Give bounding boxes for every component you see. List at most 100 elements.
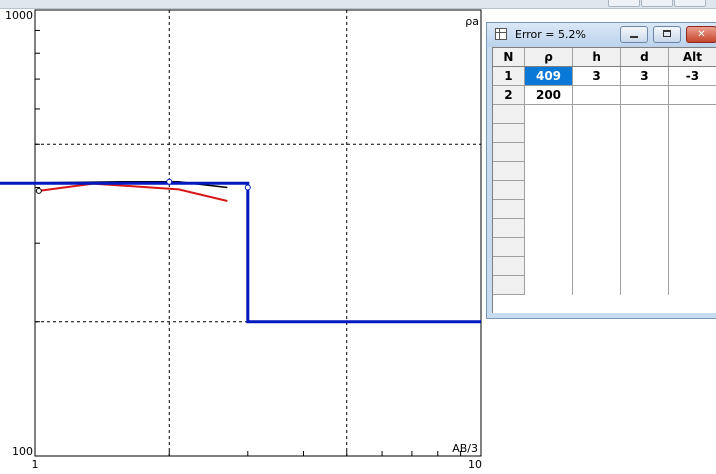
empty-cell[interactable]	[668, 199, 716, 219]
table-row	[493, 237, 716, 257]
data-point-marker	[244, 184, 251, 191]
empty-cell[interactable]	[572, 237, 621, 257]
empty-cell[interactable]	[524, 123, 574, 143]
empty-cell[interactable]	[572, 256, 621, 276]
error-window-title: Error = 5.2%	[515, 28, 586, 41]
table-row	[493, 104, 716, 124]
h-cell[interactable]: 3	[572, 66, 621, 86]
empty-cell[interactable]	[524, 237, 574, 257]
table-row	[493, 275, 716, 295]
column-header-rho[interactable]: ρ	[524, 48, 574, 67]
empty-cell[interactable]	[620, 104, 669, 124]
empty-cell[interactable]	[668, 161, 716, 181]
row-number-cell[interactable]	[493, 161, 525, 181]
layer-parameters-grid[interactable]: N ρ h d Alt 1 409 3 3 -3 2 200	[492, 47, 716, 313]
empty-cell[interactable]	[620, 218, 669, 238]
top-toolbar-strip	[0, 0, 716, 9]
row-number-cell[interactable]	[493, 199, 525, 219]
alt-cell[interactable]	[668, 85, 716, 105]
empty-cell[interactable]	[620, 275, 669, 295]
table-row: 1 409 3 3 -3	[493, 66, 716, 86]
row-number-cell[interactable]: 1	[493, 66, 525, 86]
row-number-cell[interactable]	[493, 275, 525, 295]
empty-cell[interactable]	[620, 123, 669, 143]
row-number-cell[interactable]	[493, 180, 525, 200]
h-cell[interactable]	[572, 85, 621, 105]
close-button[interactable]: ✕	[686, 26, 716, 43]
y-tick-label: 1000	[5, 9, 33, 22]
x-axis-label: AB/3	[452, 442, 478, 455]
empty-cell[interactable]	[620, 237, 669, 257]
empty-cell[interactable]	[524, 142, 574, 162]
toolbar-button[interactable]	[674, 0, 706, 7]
empty-cell[interactable]	[668, 275, 716, 295]
empty-cell[interactable]	[572, 161, 621, 181]
table-icon	[495, 28, 507, 40]
minimize-button[interactable]	[620, 26, 648, 43]
table-row	[493, 180, 716, 200]
empty-cell[interactable]	[572, 123, 621, 143]
rho-cell[interactable]: 409	[524, 66, 574, 86]
empty-cell[interactable]	[668, 180, 716, 200]
column-header-n[interactable]: N	[493, 48, 525, 67]
maximize-button[interactable]	[653, 26, 681, 43]
empty-cell[interactable]	[572, 180, 621, 200]
empty-cell[interactable]	[620, 256, 669, 276]
table-row: 2 200	[493, 85, 716, 105]
row-number-cell[interactable]	[493, 256, 525, 276]
error-window[interactable]: Error = 5.2% ✕ N ρ h d Alt 1 409 3 3 -3 …	[486, 22, 716, 319]
empty-cell[interactable]	[572, 142, 621, 162]
empty-cell[interactable]	[524, 161, 574, 181]
empty-cell[interactable]	[572, 104, 621, 124]
row-number-cell[interactable]	[493, 142, 525, 162]
plot-frame	[34, 9, 482, 457]
row-number-cell[interactable]	[493, 218, 525, 238]
table-row	[493, 161, 716, 181]
empty-cell[interactable]	[668, 123, 716, 143]
d-cell[interactable]	[620, 85, 669, 105]
column-header-h[interactable]: h	[572, 48, 621, 67]
empty-cell[interactable]	[524, 218, 574, 238]
layer-table: N ρ h d Alt 1 409 3 3 -3 2 200	[493, 48, 716, 295]
toolbar-button[interactable]	[641, 0, 673, 7]
data-point-marker	[35, 187, 42, 194]
table-header-row: N ρ h d Alt	[493, 48, 716, 67]
row-number-cell[interactable]: 2	[493, 85, 525, 105]
column-header-alt[interactable]: Alt	[668, 48, 716, 67]
empty-cell[interactable]	[668, 237, 716, 257]
empty-cell[interactable]	[620, 161, 669, 181]
y-tick-label: 100	[12, 445, 33, 458]
empty-cell[interactable]	[620, 180, 669, 200]
x-tick-label: 1	[32, 458, 39, 471]
empty-cell[interactable]	[620, 142, 669, 162]
row-number-cell[interactable]	[493, 237, 525, 257]
rho-cell[interactable]: 200	[524, 85, 574, 105]
empty-cell[interactable]	[524, 199, 574, 219]
empty-cell[interactable]	[524, 104, 574, 124]
empty-cell[interactable]	[524, 180, 574, 200]
error-window-titlebar[interactable]: Error = 5.2% ✕	[487, 23, 716, 47]
empty-cell[interactable]	[668, 218, 716, 238]
empty-cell[interactable]	[572, 218, 621, 238]
empty-cell[interactable]	[572, 275, 621, 295]
d-cell[interactable]: 3	[620, 66, 669, 86]
empty-cell[interactable]	[524, 275, 574, 295]
table-row	[493, 199, 716, 219]
empty-cell[interactable]	[572, 199, 621, 219]
empty-cell[interactable]	[524, 256, 574, 276]
empty-cell[interactable]	[620, 199, 669, 219]
empty-cell[interactable]	[668, 104, 716, 124]
table-row	[493, 218, 716, 238]
toolbar-button[interactable]	[608, 0, 640, 7]
row-number-cell[interactable]	[493, 104, 525, 124]
alt-cell[interactable]: -3	[668, 66, 716, 86]
table-row	[493, 256, 716, 276]
empty-cell[interactable]	[668, 256, 716, 276]
y-axis-label: ρa	[465, 15, 479, 28]
table-row	[493, 123, 716, 143]
row-number-cell[interactable]	[493, 123, 525, 143]
table-row	[493, 142, 716, 162]
empty-cell[interactable]	[668, 142, 716, 162]
data-point-marker	[166, 178, 173, 185]
column-header-d[interactable]: d	[620, 48, 669, 67]
